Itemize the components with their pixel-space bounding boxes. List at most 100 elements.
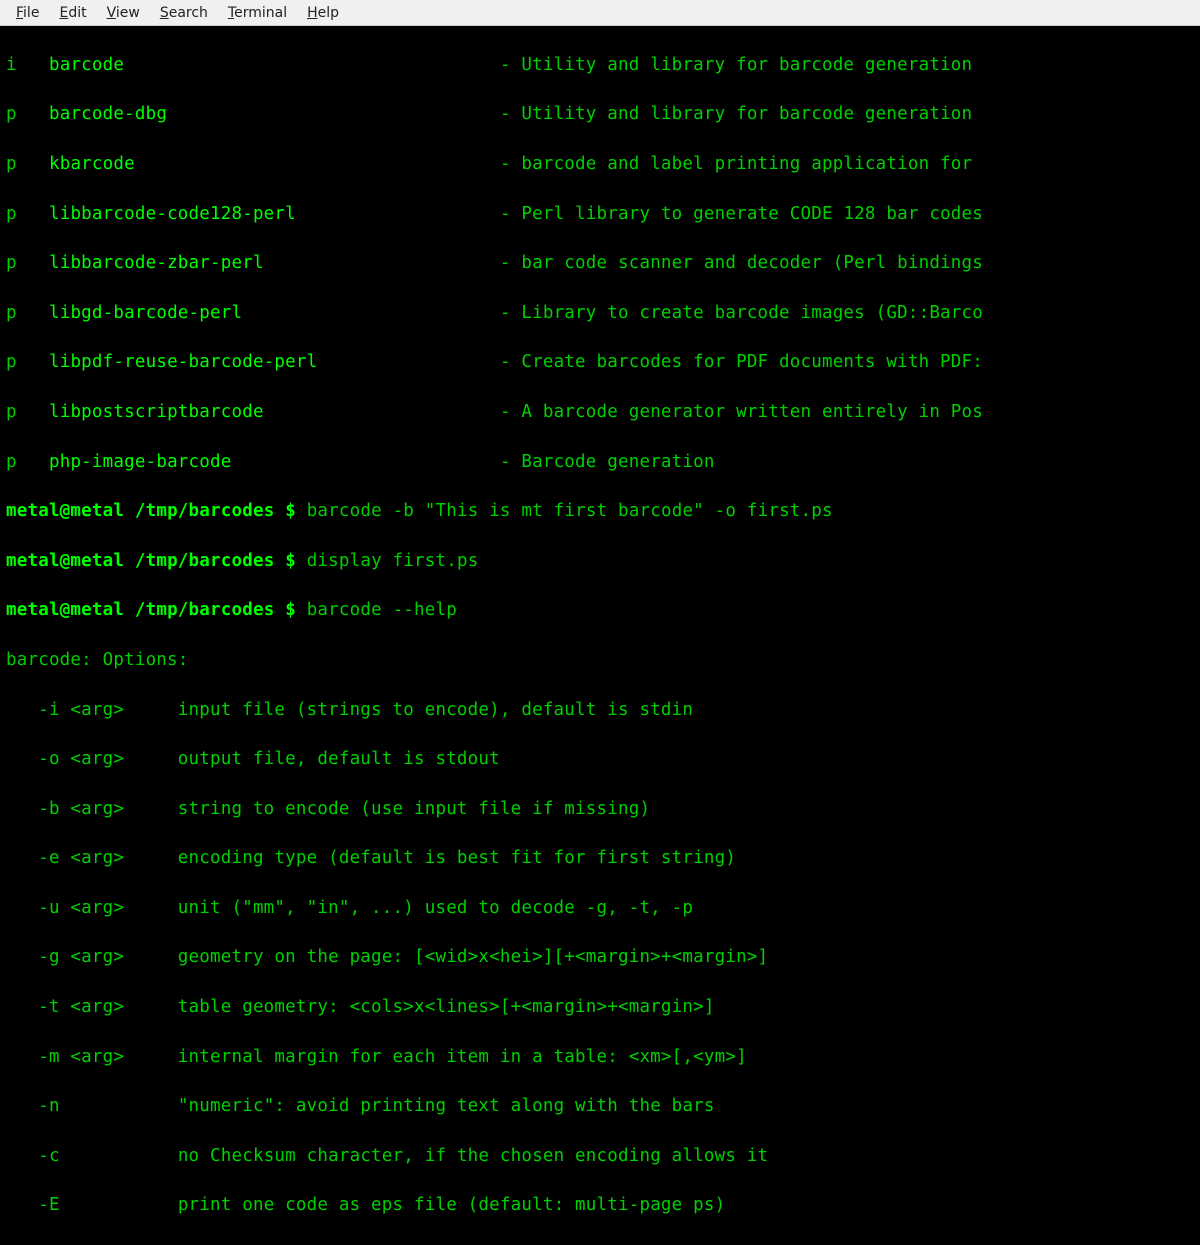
- pkg-status: p: [6, 154, 17, 174]
- option-flag: -e <arg>: [38, 848, 124, 868]
- pkg-status: p: [6, 303, 17, 323]
- pkg-status: p: [6, 253, 17, 273]
- pkg-desc: A barcode generator written entirely in …: [521, 402, 983, 422]
- option-flag: -b <arg>: [38, 799, 124, 819]
- pkg-desc: Create barcodes for PDF documents with P…: [521, 352, 983, 372]
- menu-edit[interactable]: Edit: [49, 3, 96, 23]
- option-row: -e <arg> encoding type (default is best …: [6, 846, 1194, 871]
- pkg-name: libbarcode-code128-perl: [49, 204, 296, 224]
- pkg-desc: barcode and label printing application f…: [521, 154, 972, 174]
- help-header-text: barcode: Options:: [6, 650, 189, 670]
- menubar: File Edit View Search Terminal Help: [0, 0, 1200, 26]
- pkg-name: php-image-barcode: [49, 452, 232, 472]
- prompt-symbol: $: [285, 600, 296, 620]
- pkg-desc: bar code scanner and decoder (Perl bindi…: [521, 253, 983, 273]
- option-desc: output file, default is stdout: [178, 749, 500, 769]
- pkg-name: libpdf-reuse-barcode-perl: [49, 352, 317, 372]
- option-flag: -t <arg>: [38, 997, 124, 1017]
- package-row: p php-image-barcode - Barcode generation: [6, 450, 1194, 475]
- option-row: -i <arg> input file (strings to encode),…: [6, 698, 1194, 723]
- option-flag: -g <arg>: [38, 947, 124, 967]
- terminal-output[interactable]: i barcode - Utility and library for barc…: [0, 26, 1200, 1245]
- menu-label: earch: [169, 5, 208, 21]
- option-flag: -o <arg>: [38, 749, 124, 769]
- option-desc: string to encode (use input file if miss…: [178, 799, 650, 819]
- menu-label: erminal: [234, 5, 287, 21]
- pkg-name: libpostscriptbarcode: [49, 402, 264, 422]
- menu-file[interactable]: File: [6, 3, 49, 23]
- option-row: -n "numeric": avoid printing text along …: [6, 1094, 1194, 1119]
- prompt-user: metal@metal: [6, 551, 124, 571]
- help-header: barcode: Options:: [6, 648, 1194, 673]
- prompt-path: /tmp/barcodes: [135, 501, 275, 521]
- pkg-name: barcode-dbg: [49, 104, 167, 124]
- option-desc: print one code as eps file (default: mul…: [178, 1195, 726, 1215]
- prompt-path: /tmp/barcodes: [135, 600, 275, 620]
- command-text: barcode --help: [307, 600, 457, 620]
- pkg-desc: Utility and library for barcode generati…: [521, 104, 972, 124]
- package-row: p libbarcode-zbar-perl - bar code scanne…: [6, 251, 1194, 276]
- pkg-name: barcode: [49, 55, 124, 75]
- menu-search[interactable]: Search: [150, 3, 218, 23]
- prompt-line: metal@metal /tmp/barcodes $ barcode -b "…: [6, 499, 1194, 524]
- option-row: -o <arg> output file, default is stdout: [6, 747, 1194, 772]
- option-row: -c no Checksum character, if the chosen …: [6, 1144, 1194, 1169]
- prompt-user: metal@metal: [6, 501, 124, 521]
- pkg-status: i: [6, 55, 17, 75]
- pkg-desc: Utility and library for barcode generati…: [521, 55, 972, 75]
- package-row: p libgd-barcode-perl - Library to create…: [6, 301, 1194, 326]
- pkg-status: p: [6, 402, 17, 422]
- menu-help[interactable]: Help: [297, 3, 349, 23]
- option-flag: -u <arg>: [38, 898, 124, 918]
- pkg-status: p: [6, 452, 17, 472]
- prompt-user: metal@metal: [6, 600, 124, 620]
- option-flag: -i <arg>: [38, 700, 124, 720]
- menu-label: ile: [23, 5, 39, 21]
- prompt-symbol: $: [285, 501, 296, 521]
- pkg-name: libgd-barcode-perl: [49, 303, 242, 323]
- menu-terminal[interactable]: Terminal: [218, 3, 297, 23]
- option-flag: -E: [38, 1195, 59, 1215]
- menu-label: dit: [68, 5, 86, 21]
- pkg-name: kbarcode: [49, 154, 135, 174]
- pkg-status: p: [6, 204, 17, 224]
- option-desc: table geometry: <cols>x<lines>[+<margin>…: [178, 997, 715, 1017]
- package-row: p libpostscriptbarcode - A barcode gener…: [6, 400, 1194, 425]
- package-row: p libbarcode-code128-perl - Perl library…: [6, 202, 1194, 227]
- menu-view[interactable]: View: [97, 3, 150, 23]
- option-row: -b <arg> string to encode (use input fil…: [6, 797, 1194, 822]
- pkg-status: p: [6, 352, 17, 372]
- prompt-line: metal@metal /tmp/barcodes $ display firs…: [6, 549, 1194, 574]
- package-row: i barcode - Utility and library for barc…: [6, 53, 1194, 78]
- menu-label: iew: [116, 5, 140, 21]
- option-row: -u <arg> unit ("mm", "in", ...) used to …: [6, 896, 1194, 921]
- option-row: -g <arg> geometry on the page: [<wid>x<h…: [6, 945, 1194, 970]
- prompt-line: metal@metal /tmp/barcodes $ barcode --he…: [6, 598, 1194, 623]
- package-row: p libpdf-reuse-barcode-perl - Create bar…: [6, 350, 1194, 375]
- option-desc: encoding type (default is best fit for f…: [178, 848, 736, 868]
- option-desc: geometry on the page: [<wid>x<hei>][+<ma…: [178, 947, 768, 967]
- option-desc: unit ("mm", "in", ...) used to decode -g…: [178, 898, 693, 918]
- package-row: p barcode-dbg - Utility and library for …: [6, 102, 1194, 127]
- option-flag: -n: [38, 1096, 59, 1116]
- option-desc: internal margin for each item in a table…: [178, 1047, 747, 1067]
- pkg-status: p: [6, 104, 17, 124]
- pkg-desc: Barcode generation: [521, 452, 714, 472]
- option-flag: -m <arg>: [38, 1047, 124, 1067]
- option-desc: input file (strings to encode), default …: [178, 700, 693, 720]
- command-text: display first.ps: [307, 551, 479, 571]
- package-row: p kbarcode - barcode and label printing …: [6, 152, 1194, 177]
- option-row: -E print one code as eps file (default: …: [6, 1193, 1194, 1218]
- pkg-name: libbarcode-zbar-perl: [49, 253, 264, 273]
- pkg-desc: Library to create barcode images (GD::Ba…: [521, 303, 983, 323]
- option-desc: no Checksum character, if the chosen enc…: [178, 1146, 768, 1166]
- prompt-path: /tmp/barcodes: [135, 551, 275, 571]
- prompt-symbol: $: [285, 551, 296, 571]
- option-row: -m <arg> internal margin for each item i…: [6, 1045, 1194, 1070]
- option-row: -t <arg> table geometry: <cols>x<lines>[…: [6, 995, 1194, 1020]
- option-desc: "numeric": avoid printing text along wit…: [178, 1096, 715, 1116]
- pkg-desc: Perl library to generate CODE 128 bar co…: [521, 204, 983, 224]
- menu-label: elp: [318, 5, 339, 21]
- option-flag: -c: [38, 1146, 59, 1166]
- command-text: barcode -b "This is mt first barcode" -o…: [307, 501, 833, 521]
